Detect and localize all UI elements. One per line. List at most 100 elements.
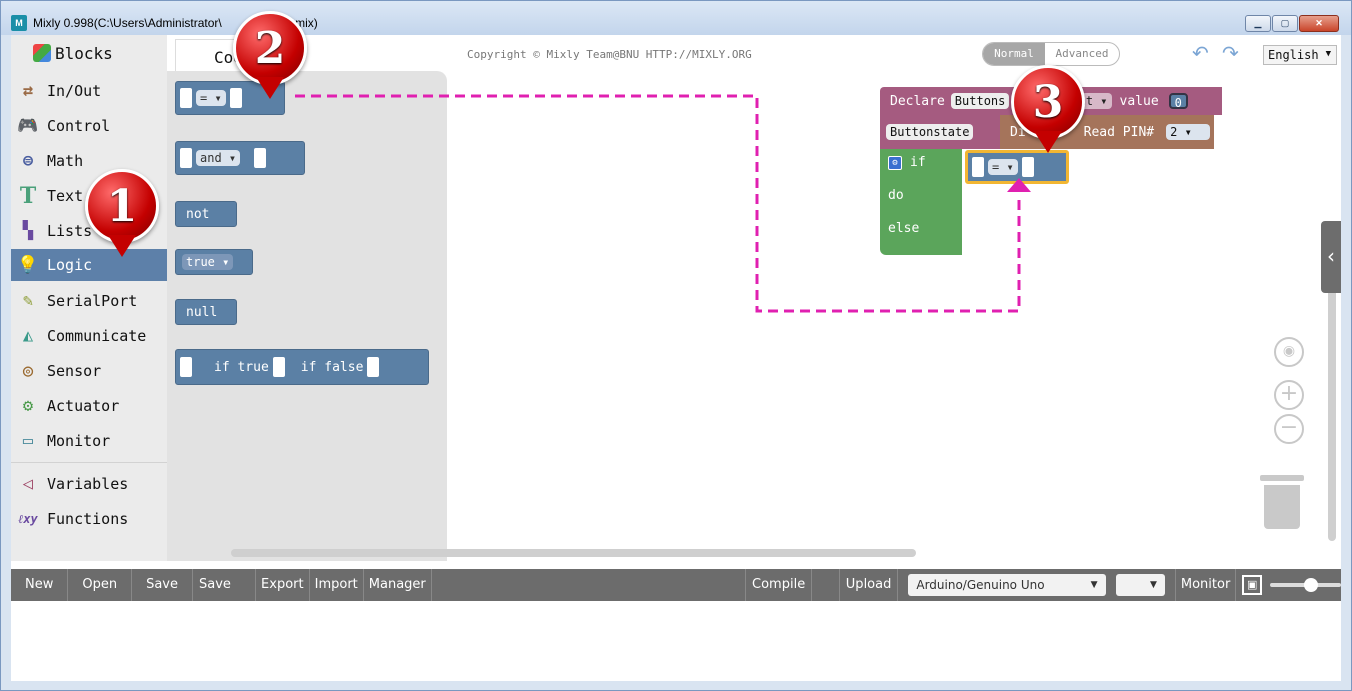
variables-icon: ◁ bbox=[22, 474, 34, 494]
window-controls: ▁ ▢ ✕ bbox=[1245, 15, 1339, 32]
workspace-compare-block[interactable]: = ▾ bbox=[965, 150, 1069, 184]
declare-value-field[interactable]: 0 bbox=[1168, 93, 1188, 110]
app-window: M Mixly 0.998(C:\Users\Administrator\sso… bbox=[0, 0, 1352, 691]
top-toolbar: Cod Copyright © Mixly Team@BNU HTTP://MI… bbox=[167, 35, 1341, 71]
trash-can bbox=[1264, 485, 1300, 529]
recenter-icon[interactable]: ◉ bbox=[1274, 337, 1304, 367]
assign-block[interactable]: Buttonstate bbox=[880, 115, 1000, 149]
sidebar-item-control[interactable]: 🎮 Control bbox=[11, 110, 167, 142]
sidebar-item-communicate[interactable]: ◭ Communicate bbox=[11, 320, 167, 352]
gamepad-icon: 🎮 bbox=[17, 116, 39, 136]
monitor-icon: ▭ bbox=[22, 431, 34, 451]
mode-normal-button[interactable]: Normal bbox=[983, 43, 1045, 65]
compile-button[interactable]: Compile bbox=[745, 569, 813, 601]
sidebar-item-variables[interactable]: ◁ Variables bbox=[11, 468, 167, 500]
board-select[interactable]: Arduino/Genuino Uno ▼ bbox=[908, 574, 1106, 596]
lists-icon: ▚ bbox=[22, 221, 34, 241]
input-slot bbox=[367, 357, 380, 377]
pen-icon: ✎ bbox=[22, 291, 34, 311]
sidebar-divider bbox=[11, 462, 167, 463]
marker-tip bbox=[108, 235, 136, 257]
declare-variable-field[interactable]: Buttons bbox=[950, 93, 1010, 109]
manager-button[interactable]: Manager bbox=[364, 569, 432, 601]
sidebar-item-label: In/Out bbox=[47, 82, 102, 100]
and-operator-dropdown[interactable]: and ▾ bbox=[196, 150, 241, 166]
else-label: else bbox=[888, 221, 920, 236]
category-sidebar: Blocks ⇄ In/Out 🎮 Control ⊜ Math T Text … bbox=[11, 35, 167, 561]
sidebar-item-sensor[interactable]: ◎ Sensor bbox=[11, 355, 167, 387]
zoom-out-icon[interactable]: − bbox=[1274, 414, 1304, 444]
ternary-block[interactable]: if true if false bbox=[175, 349, 429, 385]
mode-toggle: Normal Advanced bbox=[982, 42, 1120, 66]
math-icon: ⊜ bbox=[22, 151, 34, 171]
sidebar-item-inout[interactable]: ⇄ In/Out bbox=[11, 75, 167, 107]
upload-button[interactable]: Upload bbox=[840, 569, 899, 601]
app-body: Blocks ⇄ In/Out 🎮 Control ⊜ Math T Text … bbox=[11, 11, 1342, 681]
boolean-block[interactable]: true ▾ bbox=[175, 249, 253, 275]
save-as-button[interactable]: Save as bbox=[193, 569, 257, 624]
sidebar-item-label: Text bbox=[47, 187, 84, 205]
pin-dropdown[interactable]: 2 ▾ bbox=[1166, 124, 1211, 140]
compare-operator: = bbox=[200, 91, 208, 105]
port-select[interactable]: ▼ bbox=[1115, 574, 1165, 596]
sidebar-item-actuator[interactable]: ⚙ Actuator bbox=[11, 390, 167, 422]
open-button[interactable]: Open bbox=[68, 569, 133, 601]
blocks-header: Blocks bbox=[11, 35, 167, 71]
toolbar-gap bbox=[812, 569, 840, 601]
sidebar-item-functions[interactable]: ℓxy Functions bbox=[11, 503, 167, 535]
marker-tip bbox=[1034, 131, 1062, 153]
sidebar-item-label: Functions bbox=[47, 510, 129, 528]
gear-icon[interactable]: ⚙ bbox=[888, 155, 902, 170]
bottom-toolbar: New Open Save Save as Export Import Mana… bbox=[11, 569, 1342, 624]
redo-icon[interactable]: ↷ bbox=[1222, 41, 1239, 65]
sidebar-item-monitor[interactable]: ▭ Monitor bbox=[11, 425, 167, 457]
sidebar-item-label: SerialPort bbox=[47, 292, 138, 310]
null-label: null bbox=[186, 304, 218, 320]
and-operator: and bbox=[200, 151, 222, 165]
sidebar-item-serialport[interactable]: ✎ SerialPort bbox=[11, 285, 167, 317]
if-block[interactable]: ⚙ if do else bbox=[880, 149, 962, 255]
not-block[interactable]: not bbox=[175, 201, 237, 227]
language-value: English bbox=[1268, 48, 1319, 62]
compare-operator-dropdown[interactable]: = ▾ bbox=[196, 90, 226, 106]
import-button[interactable]: Import bbox=[310, 569, 364, 601]
boolean-dropdown[interactable]: true ▾ bbox=[182, 254, 234, 270]
slider-knob[interactable] bbox=[1304, 578, 1319, 592]
collapse-handle[interactable]: ‹ bbox=[1321, 221, 1341, 293]
language-select[interactable]: English ▼ bbox=[1263, 45, 1337, 65]
minimize-button[interactable]: ▁ bbox=[1245, 15, 1271, 32]
sidebar-item-label: Sensor bbox=[47, 362, 102, 380]
not-label: not bbox=[186, 206, 210, 222]
undo-icon[interactable]: ↶ bbox=[1192, 41, 1209, 65]
and-block[interactable]: and ▾ bbox=[175, 141, 305, 175]
window-title-text: Mixly 0.998(C:\Users\Administrator\ bbox=[33, 16, 222, 30]
logic-flyout: = ▾ and ▾ not true ▾ null if true if fal… bbox=[167, 71, 447, 561]
sidebar-item-label: Variables bbox=[47, 475, 129, 493]
monitor-button[interactable]: Monitor bbox=[1174, 569, 1237, 601]
sidebar-item-label: Communicate bbox=[47, 327, 147, 345]
marker-number: 3 bbox=[1011, 65, 1085, 139]
chevron-down-icon: ▼ bbox=[1149, 580, 1157, 590]
digital-read-label-right: Read PIN# bbox=[1083, 124, 1155, 140]
step-marker-3: 3 bbox=[1011, 65, 1085, 155]
export-button[interactable]: Export bbox=[256, 569, 310, 601]
board-value: Arduino/Genuino Uno bbox=[916, 578, 1045, 592]
assign-variable-field[interactable]: Buttonstate bbox=[886, 124, 974, 140]
horizontal-scrollbar[interactable] bbox=[231, 549, 916, 557]
sensor-icon: ◎ bbox=[22, 361, 34, 381]
trash-icon[interactable] bbox=[1260, 475, 1304, 529]
mode-advanced-button[interactable]: Advanced bbox=[1045, 43, 1119, 65]
save-button[interactable]: Save bbox=[132, 569, 194, 601]
zoom-slider[interactable] bbox=[1270, 578, 1342, 592]
zoom-in-icon[interactable]: + bbox=[1274, 380, 1304, 410]
close-button[interactable]: ✕ bbox=[1299, 15, 1339, 32]
step-marker-1: 1 bbox=[85, 169, 159, 259]
new-button[interactable]: New bbox=[11, 569, 69, 601]
workspace-compare-dropdown[interactable]: = ▾ bbox=[988, 159, 1018, 175]
block-workspace[interactable]: Declare Buttons int ▾ value 0 Buttonstat… bbox=[447, 71, 1341, 561]
chevron-down-icon: ▼ bbox=[1090, 580, 1098, 590]
chevron-down-icon: ▼ bbox=[1325, 49, 1331, 59]
chip-icon[interactable]: ▣ bbox=[1242, 575, 1263, 595]
maximize-button[interactable]: ▢ bbox=[1272, 15, 1298, 32]
null-block[interactable]: null bbox=[175, 299, 237, 325]
